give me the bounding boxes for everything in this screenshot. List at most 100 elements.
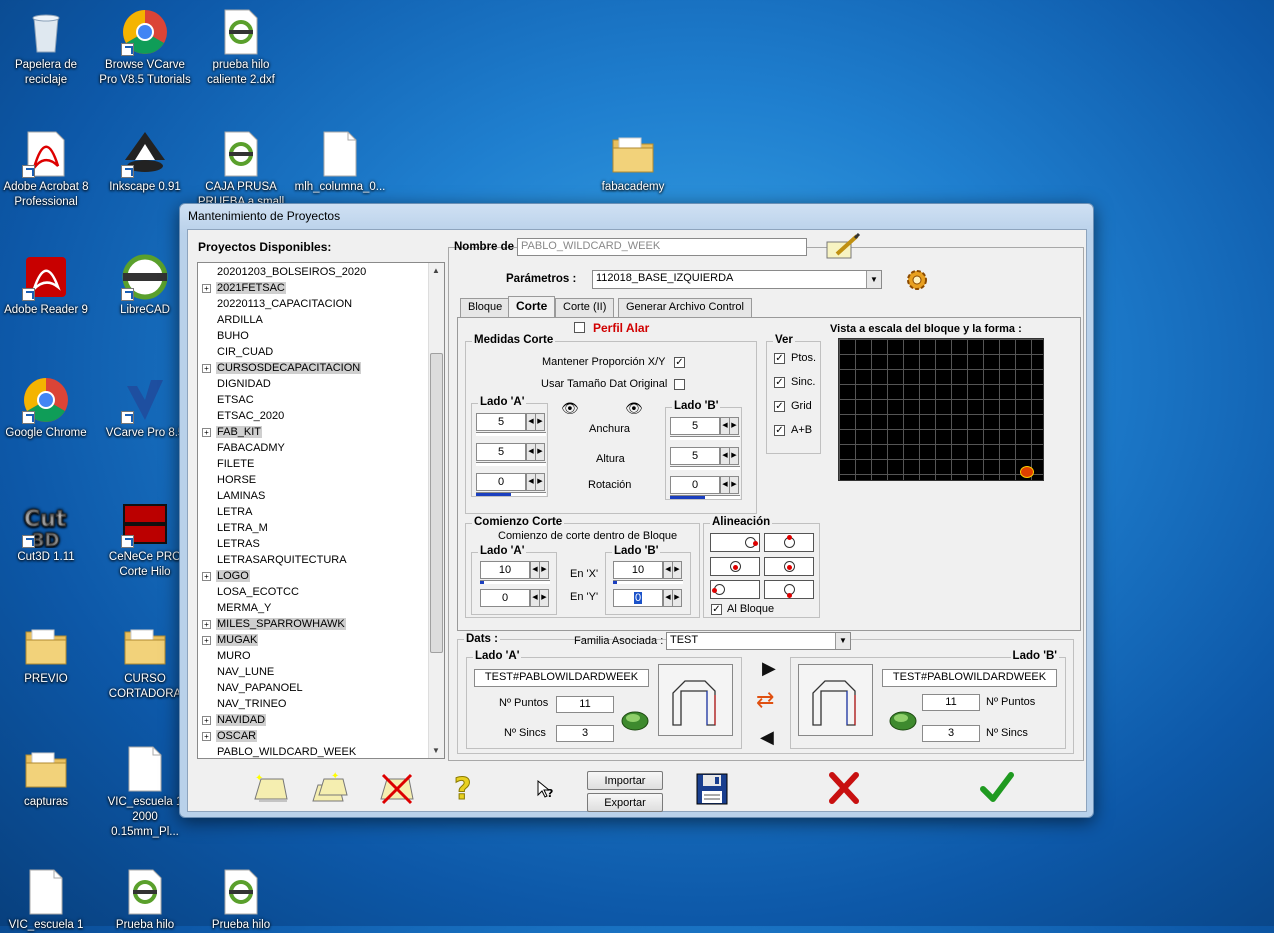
cancel-x-icon[interactable] <box>828 771 860 805</box>
desktop-icon[interactable]: Papelera de reciclaje <box>0 8 92 88</box>
project-tree-item[interactable]: LETRA_M <box>198 520 429 536</box>
a-rotacion-spinner[interactable]: 0 ◀ ▶ <box>476 473 546 491</box>
desktop-icon[interactable]: VIC_escuela 1 2000 0.15mm_Pl... <box>99 745 191 840</box>
delete-project-icon[interactable] <box>377 769 417 805</box>
desktop-icon[interactable]: Adobe Acrobat 8 Professional <box>0 130 92 210</box>
swap-arrows-icon[interactable]: ⇄ <box>756 689 774 711</box>
desktop-icon[interactable]: LibreCAD <box>99 253 191 318</box>
desktop-icon[interactable]: capturas <box>0 745 92 810</box>
desktop-icon[interactable]: CAJA PRUSA PRUEBA a small <box>195 130 287 210</box>
project-tree-item[interactable]: FABACADMY <box>198 440 429 456</box>
mantener-checkbox[interactable]: ✓ <box>674 357 685 368</box>
project-tree-item[interactable]: 20220113_CAPACITACION <box>198 296 429 312</box>
project-tree-item[interactable]: ETSAC_2020 <box>198 408 429 424</box>
expand-plus-icon[interactable]: + <box>202 284 211 293</box>
usar-checkbox[interactable] <box>674 379 685 390</box>
duplicate-project-icon[interactable]: ✦ <box>311 769 351 805</box>
tab-corte-ii[interactable]: Corte (II) <box>555 298 615 317</box>
project-tree-item[interactable]: MERMA_Y <box>198 600 429 616</box>
desktop-icon[interactable]: CeNeCe PRO Corte Hilo <box>99 500 191 580</box>
accept-check-icon[interactable] <box>980 771 1014 805</box>
comienzo-a-x-spinner[interactable]: 10 ◀ ▶ <box>480 561 550 579</box>
project-tree-item[interactable]: + MILES_SPARROWHAWK <box>198 616 429 632</box>
scroll-down-icon[interactable]: ▼ <box>432 746 440 755</box>
context-help-icon[interactable]: ? <box>535 779 557 801</box>
a-puntos-field[interactable]: 11 <box>556 696 614 713</box>
project-tree-item[interactable]: LETRAS <box>198 536 429 552</box>
project-tree-item[interactable]: LETRA <box>198 504 429 520</box>
expand-plus-icon[interactable]: + <box>202 620 211 629</box>
b-altura-spinner[interactable]: 5 ◀ ▶ <box>670 447 740 465</box>
chevron-down-icon[interactable]: ▼ <box>866 271 881 288</box>
desktop-icon[interactable]: Inkscape 0.91 <box>99 130 191 195</box>
load-dat-a-icon[interactable] <box>620 706 650 732</box>
project-name-field[interactable]: PABLO_WILDCARD_WEEK <box>517 238 807 256</box>
project-tree-item[interactable]: PABLO_WILDCARD_WEEK <box>198 744 429 758</box>
perfil-alar-checkbox[interactable] <box>574 322 585 333</box>
dat-b-name-field[interactable]: TEST#PABLOWILDARDWEEK <box>882 669 1057 687</box>
load-dat-b-icon[interactable] <box>888 706 918 732</box>
a-rotacion-slider[interactable] <box>476 492 546 496</box>
desktop-icon[interactable]: mlh_columna_0... <box>294 130 386 195</box>
expand-plus-icon[interactable]: + <box>202 716 211 725</box>
tab-corte[interactable]: Corte <box>508 296 556 317</box>
project-tree-item[interactable]: LOSA_ECOTCC <box>198 584 429 600</box>
arrow-left-icon[interactable]: ◀ <box>760 727 774 748</box>
desktop-icon[interactable]: VCarve Pro 8.5 <box>99 376 191 441</box>
desktop-icon[interactable]: Prueba hilo <box>99 868 191 933</box>
align-center-bottom[interactable] <box>764 580 814 599</box>
project-tree-item[interactable]: + MUGAK <box>198 632 429 648</box>
b-puntos-field[interactable]: 11 <box>922 694 980 711</box>
project-tree-item[interactable]: + LOGO <box>198 568 429 584</box>
project-tree-item[interactable]: CIR_CUAD <box>198 344 429 360</box>
desktop-icon[interactable]: fabacademy <box>587 130 679 195</box>
parametros-select[interactable]: 112018_BASE_IZQUIERDA ▼ <box>592 270 882 289</box>
save-floppy-icon[interactable] <box>696 773 728 805</box>
new-project-icon[interactable]: ✦ <box>251 769 291 805</box>
b-sincs-field[interactable]: 3 <box>922 725 980 742</box>
project-tree-item[interactable]: HORSE <box>198 472 429 488</box>
chevron-down-icon[interactable]: ▼ <box>835 633 850 649</box>
desktop-icon[interactable]: Prueba hilo <box>195 868 287 933</box>
a-altura-spinner[interactable]: 5 ◀ ▶ <box>476 443 546 461</box>
project-tree-item[interactable]: BUHO <box>198 328 429 344</box>
arrow-right-icon[interactable]: ▶ <box>762 658 776 679</box>
desktop-icon[interactable]: prueba hilo caliente 2.dxf <box>195 8 287 88</box>
desktop-icon[interactable]: Google Chrome <box>0 376 92 441</box>
ptos-checkbox[interactable]: ✓ <box>774 353 785 364</box>
desktop-icon[interactable]: Cut 3D Cut3D 1.11 <box>0 500 92 565</box>
expand-plus-icon[interactable]: + <box>202 636 211 645</box>
edit-name-icon[interactable] <box>823 232 861 262</box>
expand-plus-icon[interactable]: + <box>202 364 211 373</box>
sinc-checkbox[interactable]: ✓ <box>774 377 785 388</box>
dat-a-name-field[interactable]: TEST#PABLOWILDARDWEEK <box>474 669 649 687</box>
desktop-icon[interactable]: VIC_escuela 1 <box>0 868 92 933</box>
project-tree-item[interactable]: NAV_TRINEO <box>198 696 429 712</box>
align-right-top[interactable] <box>710 533 760 552</box>
projects-tree[interactable]: 20201203_BOLSEIROS_2020 +2021FETSAC 202201… <box>197 262 445 759</box>
desktop-icon[interactable]: Browse VCarve Pro V8.5 Tutorials <box>99 8 191 88</box>
project-tree-item[interactable]: MURO <box>198 648 429 664</box>
scroll-thumb[interactable] <box>430 353 443 653</box>
align-center-left[interactable] <box>710 557 760 576</box>
project-tree-item[interactable]: NAV_PAPANOEL <box>198 680 429 696</box>
desktop-icon[interactable]: Adobe Reader 9 <box>0 253 92 318</box>
importar-button[interactable]: Importar <box>587 771 663 790</box>
project-tree-item[interactable]: ETSAC <box>198 392 429 408</box>
comienzo-b-x-spinner[interactable]: 10 ◀ ▶ <box>613 561 683 579</box>
b-anchura-spinner[interactable]: 5 ◀ ▶ <box>670 417 740 435</box>
comienzo-b-y-spinner[interactable]: 0 ◀ ▶ <box>613 589 683 607</box>
al-bloque-checkbox[interactable]: ✓ <box>711 604 722 615</box>
expand-plus-icon[interactable]: + <box>202 732 211 741</box>
tree-scrollbar[interactable]: ▲ ▼ <box>428 263 444 758</box>
familia-select[interactable]: TEST ▼ <box>666 632 851 650</box>
settings-gear-icon[interactable] <box>904 267 930 293</box>
tab-bloque[interactable]: Bloque <box>460 298 511 317</box>
b-rotacion-spinner[interactable]: 0 ◀ ▶ <box>670 476 740 494</box>
project-tree-item[interactable]: LETRASARQUITECTURA <box>198 552 429 568</box>
project-tree-item[interactable]: + OSCAR <box>198 728 429 744</box>
project-tree-item[interactable]: + NAVIDAD <box>198 712 429 728</box>
project-tree-item[interactable]: NAV_LUNE <box>198 664 429 680</box>
comienzo-a-y-spinner[interactable]: 0 ◀ ▶ <box>480 589 550 607</box>
project-tree-item[interactable]: + CURSOSDECAPACITACION <box>198 360 429 376</box>
